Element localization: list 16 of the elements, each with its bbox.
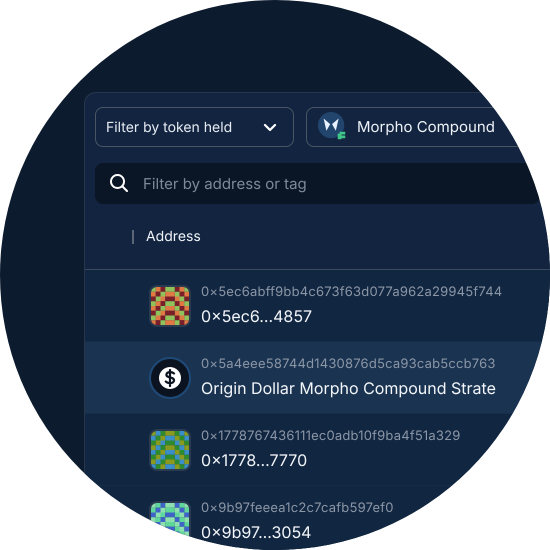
identicon-icon <box>149 284 191 326</box>
full-address: 0×5ec6abff9bb4c673f63d077a962a29945f744 <box>201 282 502 302</box>
search-icon <box>109 173 129 193</box>
column-header[interactable]: Address <box>146 226 201 247</box>
address-label[interactable]: 0×5ec6...4857 <box>201 304 502 328</box>
full-address: 0×9b97feeea1c2c7cafb597ef0 <box>201 498 394 518</box>
dollar-coin-icon <box>149 356 191 398</box>
address-label[interactable]: Origin Dollar Morpho Compound Strate <box>201 376 496 400</box>
search-field[interactable]: Filter by address or tag <box>95 163 540 204</box>
full-address: 0×5a4eee58744d1430876d5ca93cab5ccb763 <box>201 354 496 374</box>
address-label[interactable]: 0×1778...7770 <box>201 448 461 472</box>
identicon-icon <box>149 428 191 470</box>
address-label[interactable]: 0×9b97...3054 <box>201 520 394 544</box>
full-address: 0×1778767436111ec0adb10f9ba4f51a329 <box>201 426 461 446</box>
token-filter-dropdown[interactable]: Filter by token held <box>95 107 294 147</box>
table-row[interactable]: 0×5ec6abff9bb4c673f63d077a962a29945f744 0×5ec6...4857 <box>85 270 550 342</box>
